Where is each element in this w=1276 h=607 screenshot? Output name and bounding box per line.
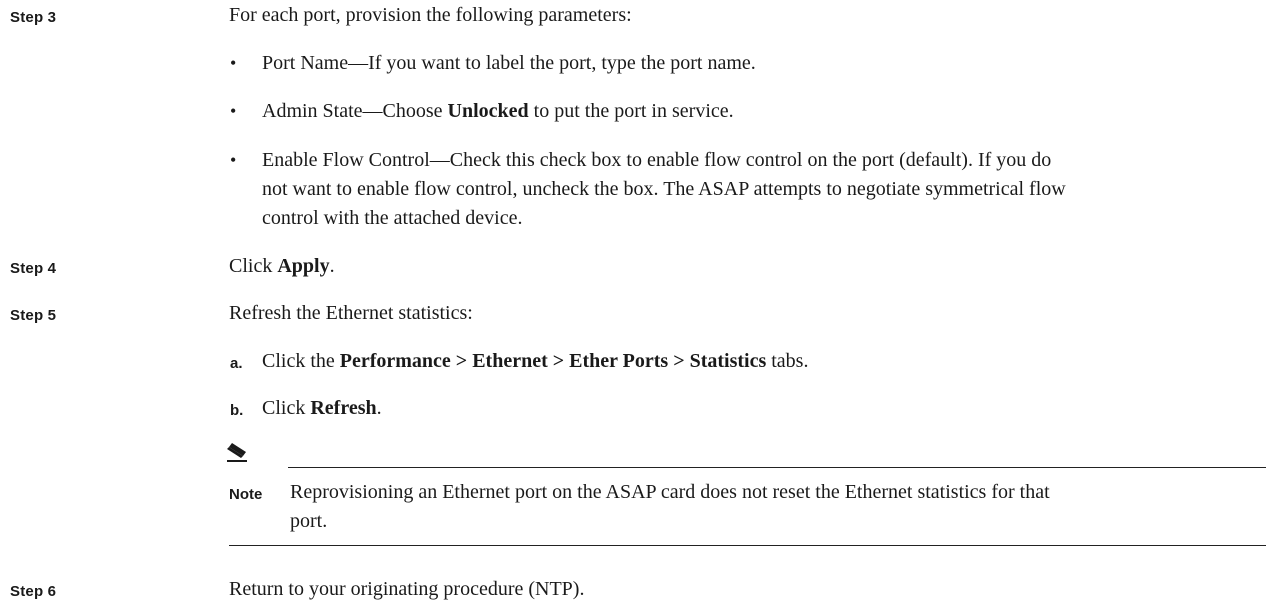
step-6-label: Step 6 [10,583,57,600]
substep-b-text: Click Refresh. [262,397,382,419]
note-top-rule [288,467,1266,468]
bullet-dot: • [230,53,237,73]
note-label: Note [229,486,263,503]
flow-control-line-3: control with the attached device. [262,207,523,229]
substep-a-label: a. [230,355,243,372]
substep-a-text: Click the Performance > Ethernet > Ether… [262,350,809,372]
port-name-item: Port Name—If you want to label the port,… [262,52,756,74]
step-4-label: Step 4 [10,260,57,277]
flow-control-line-1: Enable Flow Control—Check this check box… [262,149,1052,171]
step-3-label: Step 3 [10,9,57,26]
bullet-dot: • [230,101,237,121]
admin-state-item: Admin State—Choose Unlocked to put the p… [262,100,734,122]
pencil-note-icon [226,440,248,462]
step-3-text: For each port, provision the following p… [229,4,632,26]
step-4-text: Click Apply. [229,255,335,277]
note-text-line-2: port. [290,510,328,532]
step-6-text: Return to your originating procedure (NT… [229,578,585,600]
step-5-label: Step 5 [10,307,57,324]
note-bottom-rule [229,545,1266,546]
flow-control-line-2: not want to enable flow control, uncheck… [262,178,1066,200]
step-5-text: Refresh the Ethernet statistics: [229,302,473,324]
note-text-line-1: Reprovisioning an Ethernet port on the A… [290,481,1050,503]
substep-b-label: b. [230,402,244,419]
bullet-dot: • [230,150,237,170]
